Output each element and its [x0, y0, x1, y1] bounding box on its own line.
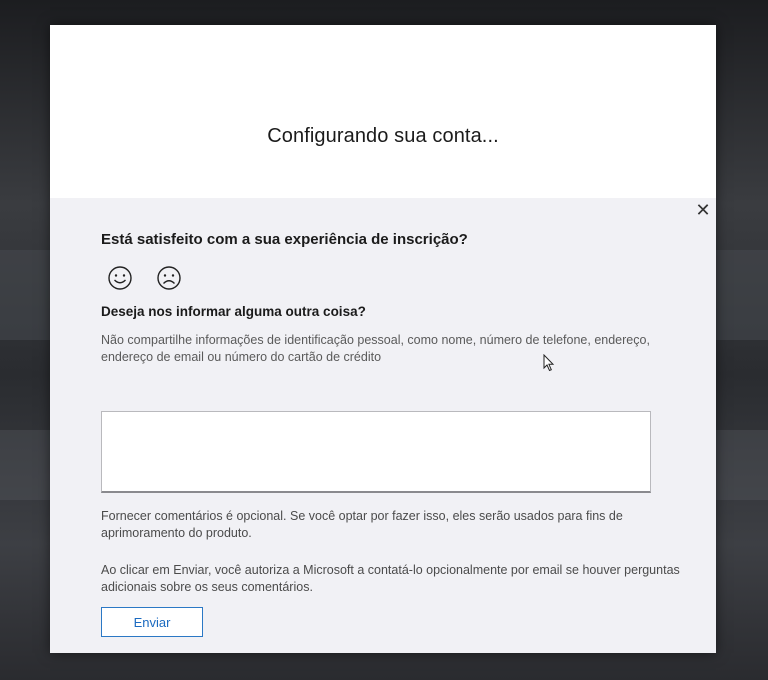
send-button[interactable]: Enviar: [101, 607, 203, 637]
privacy-note: Não compartilhe informações de identific…: [101, 333, 650, 364]
other-feedback-question: Deseja nos informar alguma outra coisa?: [101, 304, 366, 319]
mouse-cursor-icon: [543, 353, 555, 372]
optional-note: Fornecer comentários é opcional. Se você…: [101, 509, 623, 540]
dialog-header: Configurando sua conta...: [50, 25, 716, 198]
page-title: Configurando sua conta...: [267, 125, 499, 147]
consent-note: Ao clicar em Enviar, você autoriza a Mic…: [101, 563, 680, 594]
smiley-face-icon[interactable]: [107, 265, 133, 291]
comment-textarea[interactable]: [101, 411, 651, 493]
feedback-panel: ✕ Está satisfeito com a sua experiência …: [50, 198, 716, 653]
satisfaction-question: Está satisfeito com a sua experiência de…: [101, 231, 468, 248]
setup-dialog: Configurando sua conta... ✕ Está satisfe…: [50, 25, 716, 653]
close-icon[interactable]: ✕: [692, 199, 714, 221]
frowning-face-icon[interactable]: [156, 265, 182, 291]
rating-row: [107, 265, 227, 295]
